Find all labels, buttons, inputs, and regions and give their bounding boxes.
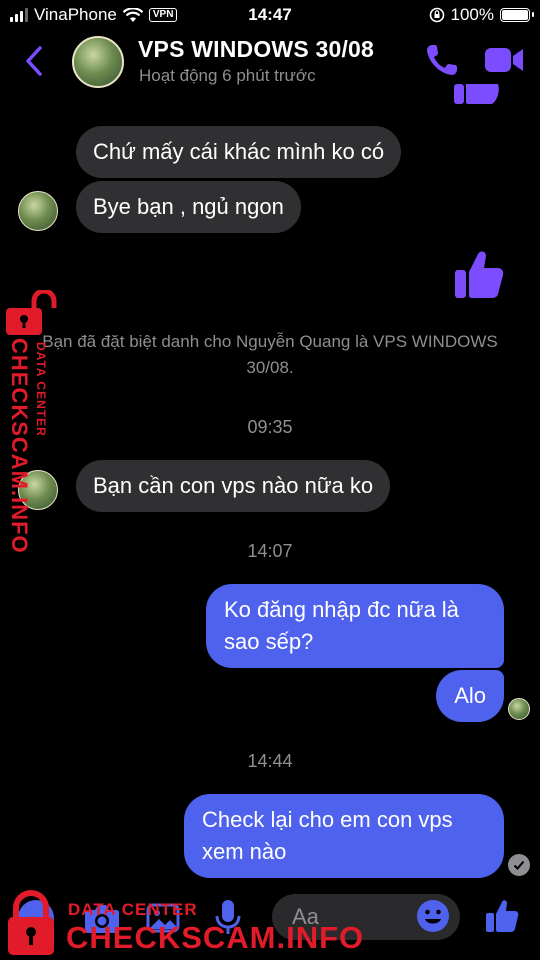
thumbs-up-sticker-icon <box>454 84 499 104</box>
outgoing-message[interactable]: Ko đăng nhập đc nữa là sao sếp? <box>206 584 504 668</box>
contact-avatar[interactable] <box>72 36 124 88</box>
like-thumbs-up-icon[interactable] <box>484 898 520 934</box>
timestamp: 14:07 <box>247 541 293 561</box>
phone-call-icon[interactable] <box>424 42 460 78</box>
sender-avatar[interactable] <box>18 191 58 231</box>
active-status: Hoạt động 6 phút trước <box>139 66 316 85</box>
watermark-lock-logo <box>8 890 54 955</box>
incoming-message[interactable]: Bạn cần con vps nào nữa ko <box>76 460 391 512</box>
battery-icon <box>500 8 534 22</box>
watermark-lock-logo <box>6 290 57 335</box>
orientation-lock-icon <box>429 7 444 23</box>
outgoing-message[interactable]: Alo <box>436 670 504 722</box>
status-right: 100% <box>429 5 534 25</box>
watermark-brand-vertical: CHECKSCAM.INFO <box>7 338 32 554</box>
watermark-brand: CHECKSCAM.INFO <box>66 920 365 955</box>
timestamp: 09:35 <box>247 417 293 437</box>
video-call-icon[interactable] <box>484 45 524 75</box>
battery-percent: 100% <box>450 5 494 24</box>
delivered-check-icon <box>508 854 530 876</box>
watermark-tagline-vertical: DATA CENTER <box>34 342 48 437</box>
incoming-message[interactable]: Bye bạn , ngủ ngon <box>76 181 301 233</box>
outgoing-message[interactable]: Check lại cho em con vps xem nào <box>184 794 504 878</box>
back-chevron-icon[interactable] <box>22 44 46 78</box>
incoming-message[interactable]: Chứ mấy cái khác mình ko có <box>76 126 402 178</box>
emoji-icon[interactable] <box>416 899 450 933</box>
nickname-system-message: Bạn đã đặt biệt danh cho Nguyễn Quang là… <box>42 332 498 377</box>
watermark-tagline: DATA CENTER <box>68 900 198 919</box>
status-bar: VinaPhone VPN 14:47 100% <box>0 0 540 30</box>
contact-name[interactable]: VPS WINDOWS 30/08 <box>138 36 374 63</box>
timestamp: 14:44 <box>247 751 293 771</box>
seen-indicator-avatar <box>508 698 530 720</box>
thumbs-up-sticker-icon[interactable] <box>452 248 506 302</box>
